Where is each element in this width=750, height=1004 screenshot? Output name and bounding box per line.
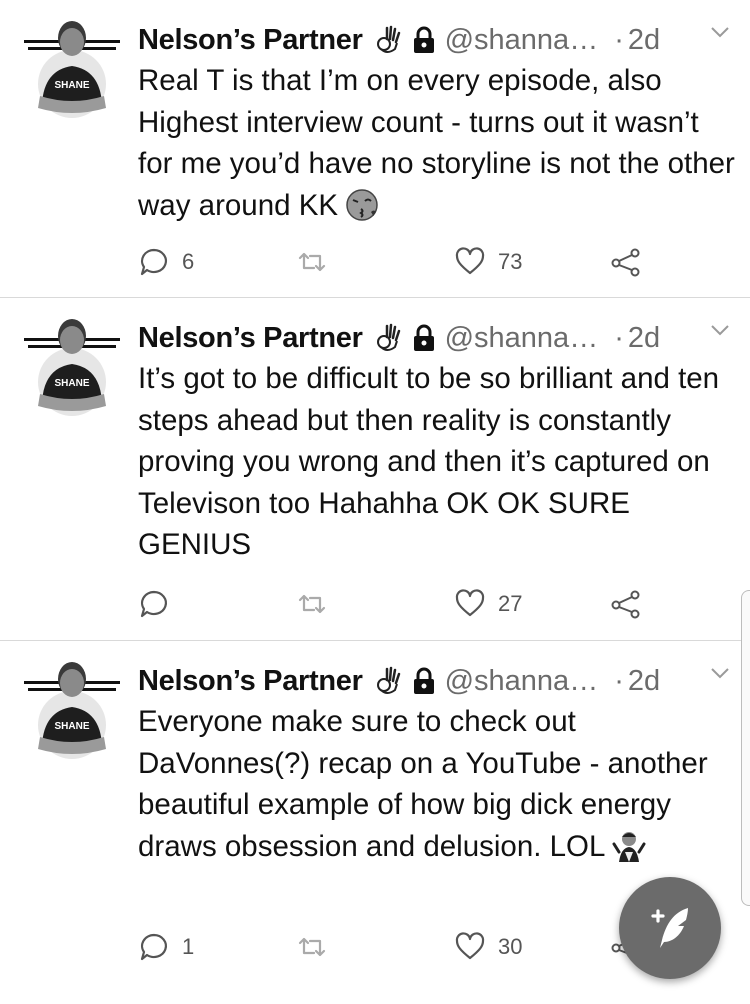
author-handle[interactable]: @shanna… <box>445 665 599 698</box>
reply-count: 6 <box>182 249 195 274</box>
tweet-time[interactable]: 2d <box>628 665 660 698</box>
tweet-text: Real T is that I’m on every episode, als… <box>138 60 736 226</box>
retweet-icon <box>298 594 326 614</box>
share-icon <box>611 248 640 277</box>
author-name[interactable]: Nelson’s Partner <box>138 665 363 698</box>
lock-icon <box>413 26 434 53</box>
tweet-header: Nelson’s Partner @shanna… · 2d <box>138 20 732 60</box>
avatar-label: SHANE <box>54 378 89 389</box>
face-blowing-kiss-icon <box>346 188 378 221</box>
ok-hand-emoji-icon <box>376 25 400 53</box>
tweet[interactable]: SHANE Nelson’s Partner @shanna… · 2d Rea… <box>0 0 750 296</box>
tweet-actions: 6 73 <box>138 242 658 282</box>
tweet-header: Nelson’s Partner @shanna… · 2d <box>138 318 732 358</box>
share-button[interactable] <box>610 242 642 282</box>
reply-count: 1 <box>182 934 195 959</box>
tweet-text: It’s got to be difficult to be so brilli… <box>138 362 720 561</box>
tweet-time[interactable]: 2d <box>628 24 660 57</box>
tweet-time[interactable]: 2d <box>628 322 660 355</box>
chevron-down-icon[interactable] <box>708 22 732 42</box>
tweet-actions: 27 <box>138 584 658 624</box>
author-handle[interactable]: @shanna… <box>445 24 599 57</box>
share-icon <box>611 590 640 619</box>
like-button[interactable]: 73 <box>454 242 522 282</box>
retweet-button[interactable] <box>296 927 340 967</box>
avatar[interactable]: SHANE <box>24 659 120 759</box>
chevron-down-icon[interactable] <box>708 320 732 340</box>
compose-tweet-icon <box>651 908 688 948</box>
avatar[interactable]: SHANE <box>24 316 120 416</box>
separator-dot: · <box>614 23 624 56</box>
reply-icon <box>140 933 167 961</box>
author-handle[interactable]: @shanna… <box>445 322 599 355</box>
scrollbar[interactable] <box>741 590 750 906</box>
chevron-down-icon[interactable] <box>708 663 732 683</box>
like-count: 73 <box>498 249 523 274</box>
tweet-text-content: Real T is that I’m on every episode, als… <box>138 64 735 222</box>
retweet-icon <box>298 937 326 957</box>
like-count: 30 <box>498 934 523 959</box>
retweet-icon <box>298 252 326 272</box>
tweet-header: Nelson’s Partner @shanna… · 2d <box>138 661 732 701</box>
author-name[interactable]: Nelson’s Partner <box>138 322 363 355</box>
retweet-button[interactable] <box>296 584 340 624</box>
tweet-text: Everyone make sure to check out DaVonnes… <box>138 701 736 867</box>
reply-icon <box>140 590 167 618</box>
like-button[interactable]: 27 <box>454 584 522 624</box>
compose-tweet-button[interactable] <box>619 877 721 979</box>
person-shrugging-icon <box>612 831 646 862</box>
ok-hand-emoji-icon <box>376 666 400 694</box>
reply-button[interactable]: 1 <box>138 927 194 967</box>
separator-dot: · <box>614 321 624 354</box>
lock-icon <box>413 324 434 351</box>
avatar-label: SHANE <box>54 80 89 91</box>
separator-dot: · <box>614 664 624 697</box>
avatar[interactable]: SHANE <box>24 18 120 118</box>
ok-hand-emoji-icon <box>376 323 400 351</box>
author-name[interactable]: Nelson’s Partner <box>138 24 363 57</box>
heart-icon <box>455 932 485 960</box>
like-count: 27 <box>498 591 523 616</box>
heart-icon <box>455 247 485 275</box>
lock-icon <box>413 667 434 694</box>
reply-icon <box>140 248 167 276</box>
tweet-actions: 1 30 <box>138 927 658 967</box>
tweet[interactable]: SHANE Nelson’s Partner @shanna… · 2d It’… <box>0 298 750 639</box>
share-button[interactable] <box>610 584 642 624</box>
reply-button[interactable] <box>138 584 182 624</box>
retweet-button[interactable] <box>296 242 340 282</box>
like-button[interactable]: 30 <box>454 927 522 967</box>
reply-button[interactable]: 6 <box>138 242 194 282</box>
avatar-label: SHANE <box>54 721 89 732</box>
heart-icon <box>455 589 485 617</box>
